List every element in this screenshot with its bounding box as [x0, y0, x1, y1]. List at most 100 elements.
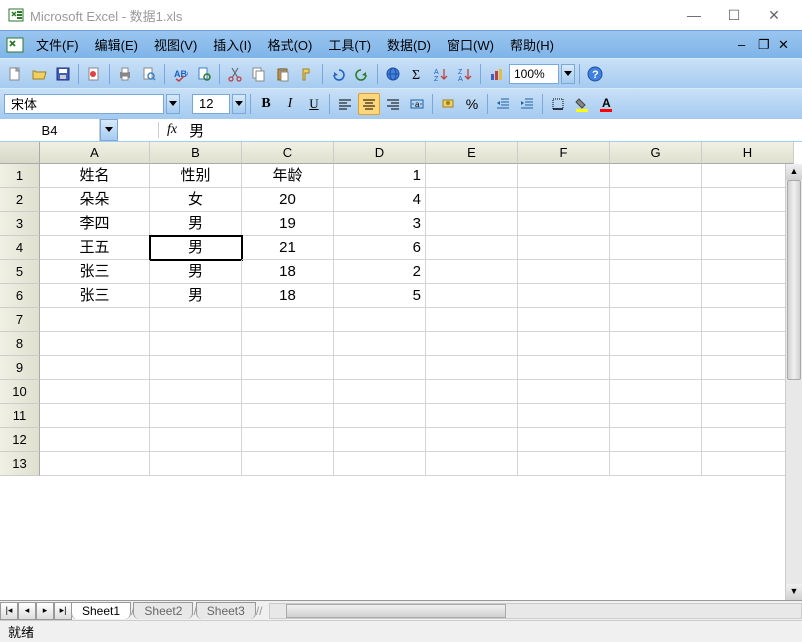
- scroll-up-button[interactable]: ▲: [786, 164, 802, 180]
- open-button[interactable]: [28, 63, 50, 85]
- cell-H3[interactable]: [702, 212, 794, 236]
- cell-C5[interactable]: 18: [242, 260, 334, 284]
- cell-D9[interactable]: [334, 356, 426, 380]
- row-header-10[interactable]: 10: [0, 380, 40, 404]
- row-header-5[interactable]: 5: [0, 260, 40, 284]
- cell-G1[interactable]: [610, 164, 702, 188]
- cell-D5[interactable]: 2: [334, 260, 426, 284]
- bold-button[interactable]: B: [255, 93, 277, 115]
- cell-A12[interactable]: [40, 428, 150, 452]
- tab-nav-next[interactable]: ▸: [36, 602, 54, 620]
- cell-C3[interactable]: 19: [242, 212, 334, 236]
- cell-B12[interactable]: [150, 428, 242, 452]
- cell-G12[interactable]: [610, 428, 702, 452]
- row-header-7[interactable]: 7: [0, 308, 40, 332]
- column-header-E[interactable]: E: [426, 142, 518, 164]
- menu-format[interactable]: 格式(O): [260, 33, 321, 56]
- fx-label[interactable]: fx: [158, 122, 177, 138]
- cell-B5[interactable]: 男: [150, 260, 242, 284]
- cell-E12[interactable]: [426, 428, 518, 452]
- font-selector[interactable]: 宋体: [4, 94, 164, 114]
- sheet-tab-sheet3[interactable]: Sheet3: [196, 602, 256, 619]
- cell-E13[interactable]: [426, 452, 518, 476]
- cell-B6[interactable]: 男: [150, 284, 242, 308]
- cell-D2[interactable]: 4: [334, 188, 426, 212]
- cell-G6[interactable]: [610, 284, 702, 308]
- cell-F1[interactable]: [518, 164, 610, 188]
- row-header-3[interactable]: 3: [0, 212, 40, 236]
- cell-F8[interactable]: [518, 332, 610, 356]
- cell-F9[interactable]: [518, 356, 610, 380]
- cell-B4[interactable]: 男: [150, 236, 242, 260]
- hyperlink-button[interactable]: [382, 63, 404, 85]
- vertical-scrollbar[interactable]: ▲ ▼: [785, 164, 802, 600]
- cell-C2[interactable]: 20: [242, 188, 334, 212]
- cell-D4[interactable]: 6: [334, 236, 426, 260]
- cell-H10[interactable]: [702, 380, 794, 404]
- underline-button[interactable]: U: [303, 93, 325, 115]
- cell-A6[interactable]: 张三: [40, 284, 150, 308]
- select-all-corner[interactable]: [0, 142, 40, 164]
- cell-C7[interactable]: [242, 308, 334, 332]
- cell-G5[interactable]: [610, 260, 702, 284]
- cell-E4[interactable]: [426, 236, 518, 260]
- cell-D13[interactable]: [334, 452, 426, 476]
- cell-B11[interactable]: [150, 404, 242, 428]
- cell-H4[interactable]: [702, 236, 794, 260]
- cell-C8[interactable]: [242, 332, 334, 356]
- font-color-button[interactable]: A: [595, 93, 617, 115]
- cell-F7[interactable]: [518, 308, 610, 332]
- cell-D6[interactable]: 5: [334, 284, 426, 308]
- tab-nav-first[interactable]: |◂: [0, 602, 18, 620]
- cell-G4[interactable]: [610, 236, 702, 260]
- save-button[interactable]: [52, 63, 74, 85]
- zoom-input[interactable]: 100%: [509, 64, 559, 84]
- cell-D10[interactable]: [334, 380, 426, 404]
- cell-E3[interactable]: [426, 212, 518, 236]
- cell-C11[interactable]: [242, 404, 334, 428]
- cell-G13[interactable]: [610, 452, 702, 476]
- row-header-1[interactable]: 1: [0, 164, 40, 188]
- cell-B13[interactable]: [150, 452, 242, 476]
- cell-E1[interactable]: [426, 164, 518, 188]
- cell-B2[interactable]: 女: [150, 188, 242, 212]
- cell-G7[interactable]: [610, 308, 702, 332]
- column-header-F[interactable]: F: [518, 142, 610, 164]
- new-button[interactable]: [4, 63, 26, 85]
- cell-E2[interactable]: [426, 188, 518, 212]
- cell-D11[interactable]: [334, 404, 426, 428]
- cell-D3[interactable]: 3: [334, 212, 426, 236]
- tab-nav-last[interactable]: ▸|: [54, 602, 72, 620]
- cell-G3[interactable]: [610, 212, 702, 236]
- name-box[interactable]: B4: [0, 119, 100, 141]
- copy-button[interactable]: [248, 63, 270, 85]
- autosum-button[interactable]: Σ: [406, 63, 428, 85]
- formula-input[interactable]: 男: [185, 120, 802, 141]
- horizontal-scroll-thumb[interactable]: [286, 604, 506, 618]
- paste-button[interactable]: [272, 63, 294, 85]
- tab-nav-prev[interactable]: ◂: [18, 602, 36, 620]
- cell-E11[interactable]: [426, 404, 518, 428]
- undo-button[interactable]: [327, 63, 349, 85]
- cell-C13[interactable]: [242, 452, 334, 476]
- menu-window[interactable]: 窗口(W): [439, 33, 502, 56]
- app-menu-icon[interactable]: [6, 36, 24, 54]
- cell-A3[interactable]: 李四: [40, 212, 150, 236]
- align-left-button[interactable]: [334, 93, 356, 115]
- research-button[interactable]: [193, 63, 215, 85]
- zoom-dropdown[interactable]: [561, 64, 575, 84]
- cell-A5[interactable]: 张三: [40, 260, 150, 284]
- cell-H6[interactable]: [702, 284, 794, 308]
- menu-file[interactable]: 文件(F): [28, 33, 87, 56]
- align-center-button[interactable]: [358, 93, 380, 115]
- menu-insert[interactable]: 插入(I): [205, 33, 259, 56]
- cell-A2[interactable]: 朵朵: [40, 188, 150, 212]
- cell-D12[interactable]: [334, 428, 426, 452]
- name-box-dropdown[interactable]: [100, 119, 118, 141]
- help-button[interactable]: ?: [584, 63, 606, 85]
- cell-A13[interactable]: [40, 452, 150, 476]
- cell-B9[interactable]: [150, 356, 242, 380]
- cell-F4[interactable]: [518, 236, 610, 260]
- cell-F13[interactable]: [518, 452, 610, 476]
- cell-C12[interactable]: [242, 428, 334, 452]
